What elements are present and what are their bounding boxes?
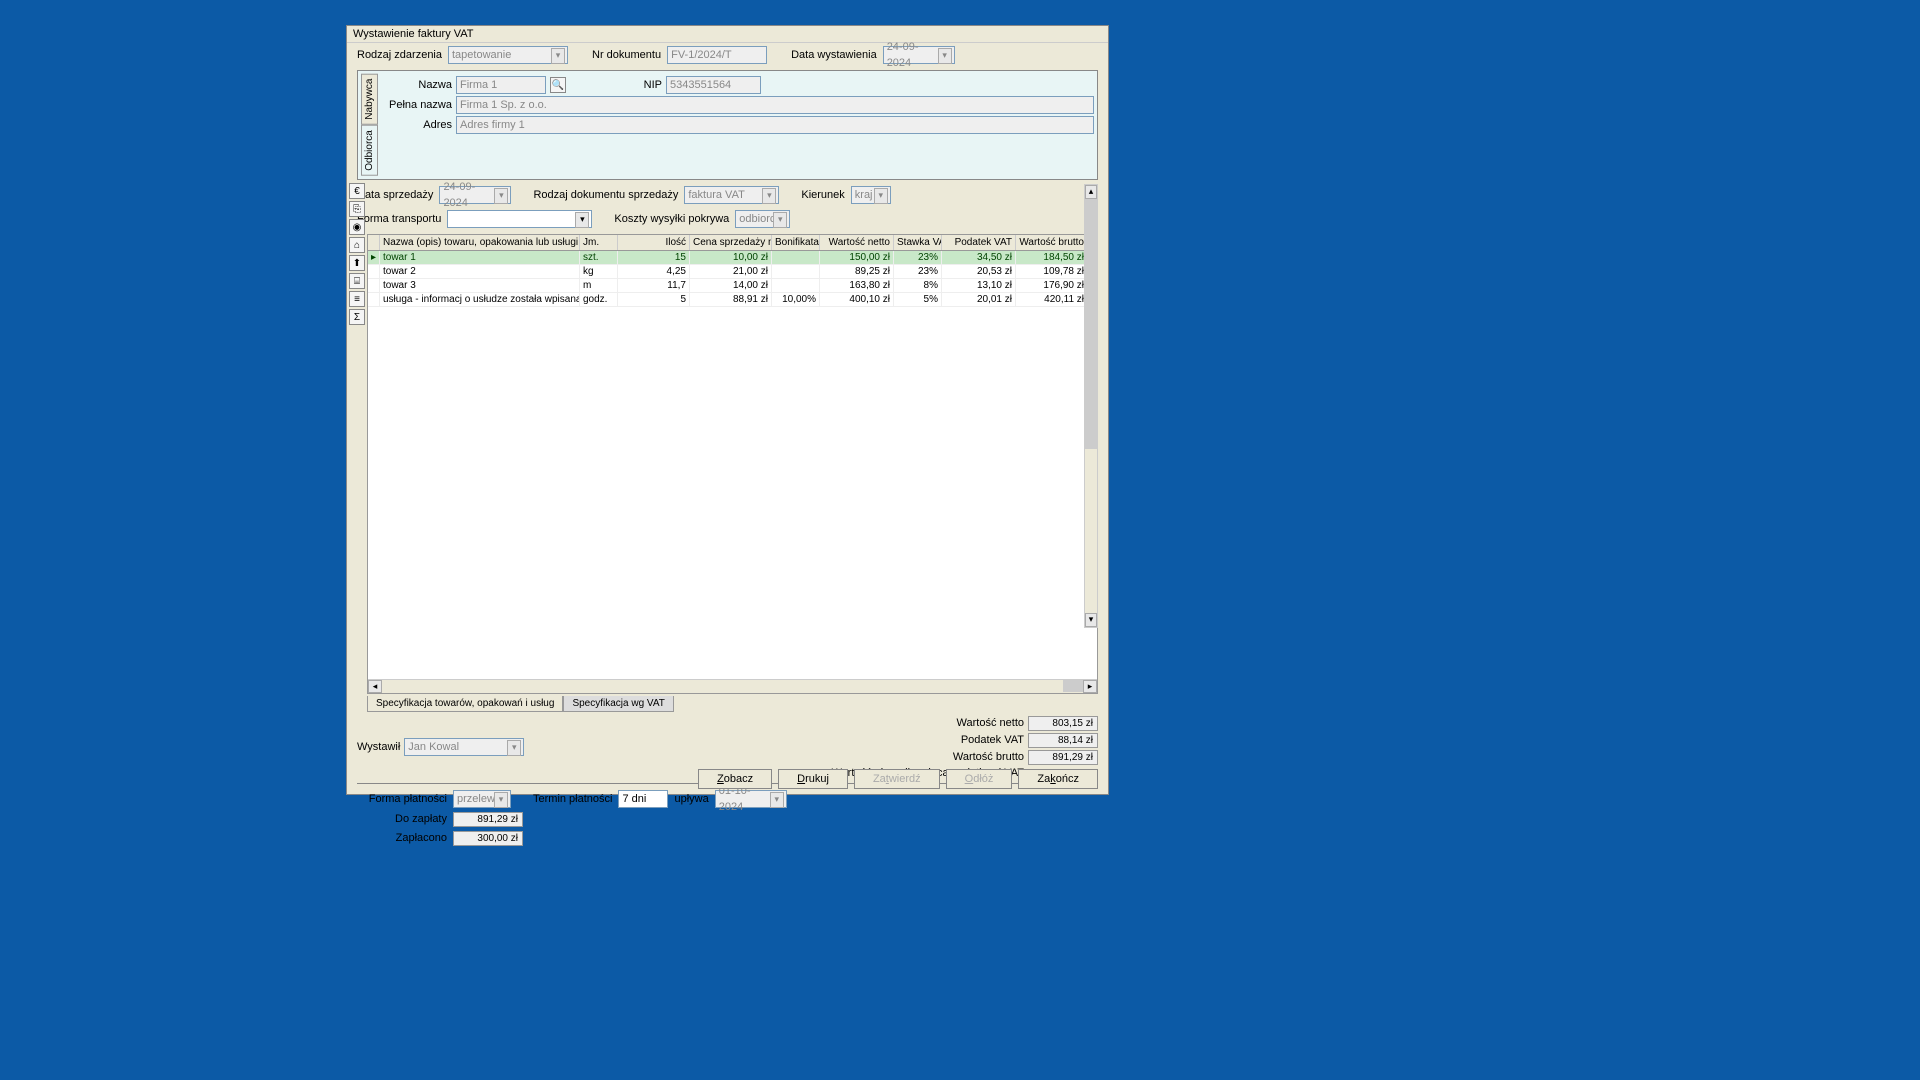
data-sprzedazy-label: Data sprzedaży — [357, 189, 433, 201]
termin-input[interactable]: 7 dni — [618, 790, 668, 808]
tab-odbiorca[interactable]: Odbiorca — [361, 125, 378, 176]
col-jm[interactable]: Jm. — [580, 235, 618, 250]
podatek-vat-label: Podatek VAT — [961, 734, 1024, 746]
uplywa-label: upływa — [674, 793, 708, 805]
list-icon[interactable]: ≡ — [349, 291, 365, 307]
grid-body[interactable]: ▸ towar 1 szt. 15 10,00 zł 150,00 zł 23%… — [368, 251, 1097, 679]
col-bon[interactable]: Bonifikata — [772, 235, 820, 250]
table-row[interactable]: ▸ towar 1 szt. 15 10,00 zł 150,00 zł 23%… — [368, 251, 1097, 265]
grid-header: Nazwa (opis) towaru, opakowania lub usłu… — [368, 235, 1097, 251]
horizontal-scrollbar[interactable]: ◂ ▸ — [368, 679, 1097, 693]
zaplacono-label: Zapłacono — [357, 832, 447, 844]
rodzaj-dok-combo[interactable]: faktura VAT — [684, 186, 779, 204]
tab-spec-vat[interactable]: Specyfikacja wg VAT — [563, 696, 673, 712]
col-gross[interactable]: Wartość brutto — [1016, 235, 1088, 250]
adres-label: Adres — [384, 119, 452, 131]
wartosc-brutto-value: 891,29 zł — [1028, 750, 1098, 765]
col-price[interactable]: Cena sprzedaży netto — [690, 235, 772, 250]
wartosc-brutto-label: Wartość brutto — [953, 751, 1024, 763]
invoice-window: Wystawienie faktury VAT Rodzaj zdarzenia… — [346, 25, 1109, 795]
nazwa-label: Nazwa — [384, 79, 452, 91]
rodzaj-zdarzenia-combo[interactable]: tapetowanie — [448, 46, 568, 64]
data-wystawienia-label: Data wystawienia — [791, 49, 877, 61]
zatwierdz-button[interactable]: Zatwierdź — [854, 769, 940, 789]
uplywa-combo[interactable]: 01-10-2024 — [715, 790, 787, 808]
koszty-label: Koszty wysyłki pokrywa — [614, 213, 729, 225]
rodzaj-dok-label: Rodzaj dokumentu sprzedaży — [533, 189, 678, 201]
adres-input[interactable]: Adres firmy 1 — [456, 116, 1094, 134]
up-icon[interactable]: ⬆ — [349, 255, 365, 271]
col-rate[interactable]: Stawka VAT — [894, 235, 942, 250]
data-wystawienia-combo[interactable]: 24-09-2024 — [883, 46, 955, 64]
nip-label: NIP — [594, 79, 662, 91]
copy-icon[interactable]: ⎘ — [349, 201, 365, 217]
nip-input[interactable]: 5343551564 — [666, 76, 761, 94]
forma-transportu-combo[interactable] — [447, 210, 592, 228]
search-icon[interactable]: 🔍 — [550, 77, 566, 93]
currency-icon[interactable]: € — [349, 183, 365, 199]
vertical-scrollbar[interactable]: ▴ ▾ — [1084, 184, 1098, 628]
window-title: Wystawienie faktury VAT — [347, 26, 1108, 43]
zaplacono-value[interactable]: 300,00 zł — [453, 831, 523, 846]
wystawil-combo[interactable]: Jan Kowal — [404, 738, 524, 756]
forma-platnosci-label: Forma płatności — [357, 793, 447, 805]
pelna-input[interactable]: Firma 1 Sp. z o.o. — [456, 96, 1094, 114]
tab-spec-items[interactable]: Specyfikacja towarów, opakowań i usług — [367, 696, 563, 712]
wartosc-netto-value: 803,15 zł — [1028, 716, 1098, 731]
termin-label: Termin płatności — [533, 793, 612, 805]
col-name[interactable]: Nazwa (opis) towaru, opakowania lub usłu… — [380, 235, 580, 250]
kierunek-label: Kierunek — [801, 189, 844, 201]
wartosc-netto-label: Wartość netto — [957, 717, 1024, 729]
kierunek-combo[interactable]: kraj — [851, 186, 891, 204]
forma-transportu-label: Forma transportu — [357, 213, 441, 225]
forma-platnosci-combo[interactable]: przelew — [453, 790, 511, 808]
wystawil-label: Wystawił — [357, 741, 400, 753]
record-icon[interactable]: ◉ — [349, 219, 365, 235]
zobacz-button[interactable]: Zobacz — [698, 769, 772, 789]
col-qty[interactable]: Ilość — [618, 235, 690, 250]
col-net[interactable]: Wartość netto — [820, 235, 894, 250]
tab-nabywca[interactable]: Nabywca — [361, 74, 378, 125]
nazwa-input[interactable]: Firma 1 — [456, 76, 546, 94]
data-sprzedazy-combo[interactable]: 24-09-2024 — [439, 186, 511, 204]
nr-dokumentu-input[interactable]: FV-1/2024/T — [667, 46, 767, 64]
drukuj-button[interactable]: Drukuj — [778, 769, 848, 789]
zakoncz-button[interactable]: Zakończ — [1018, 769, 1098, 789]
toolbar-icons: € ⎘ ◉ ⌂ ⬆ ⌸ ≡ Σ — [347, 181, 365, 327]
table-row[interactable]: towar 3 m 11,7 14,00 zł 163,80 zł 8% 13,… — [368, 279, 1097, 293]
box-icon[interactable]: ⌸ — [349, 273, 365, 289]
col-vat[interactable]: Podatek VAT — [942, 235, 1016, 250]
pelna-label: Pełna nazwa — [384, 99, 452, 111]
odroz-button[interactable]: Odłóż — [946, 769, 1013, 789]
home-icon[interactable]: ⌂ — [349, 237, 365, 253]
table-row[interactable]: towar 2 kg 4,25 21,00 zł 89,25 zł 23% 20… — [368, 265, 1097, 279]
do-zaplaty-value: 891,29 zł — [453, 812, 523, 827]
party-panel: Odbiorca Nabywca Nazwa Firma 1 🔍 NIP 534… — [357, 70, 1098, 180]
items-grid: Nazwa (opis) towaru, opakowania lub usłu… — [367, 234, 1098, 694]
table-row[interactable]: usługa - informacj o usłudze została wpi… — [368, 293, 1097, 307]
rodzaj-zdarzenia-label: Rodzaj zdarzenia — [357, 49, 442, 61]
sum-icon[interactable]: Σ — [349, 309, 365, 325]
do-zaplaty-label: Do zapłaty — [357, 813, 447, 825]
podatek-vat-value: 88,14 zł — [1028, 733, 1098, 748]
nr-dokumentu-label: Nr dokumentu — [592, 49, 661, 61]
koszty-combo[interactable]: odbiorca — [735, 210, 790, 228]
